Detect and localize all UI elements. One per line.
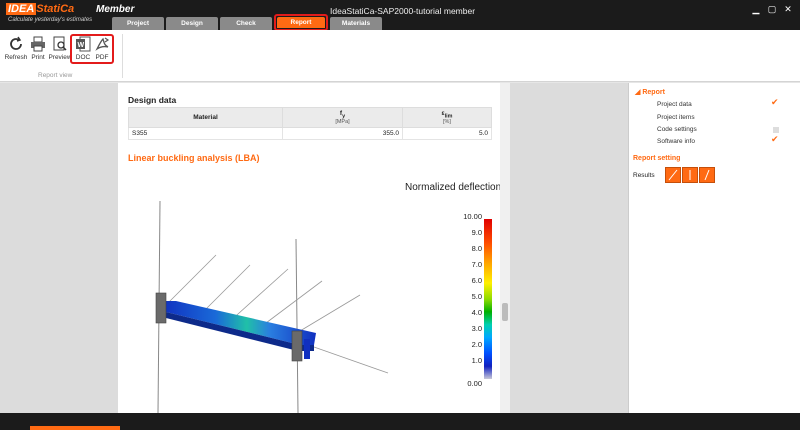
minimize-icon[interactable]: ▁	[750, 3, 762, 15]
svg-text:W: W	[78, 42, 85, 49]
buckling-model-view	[155, 200, 389, 413]
title-bar: IDEA StatiCa Member Calculate yesterday's…	[0, 0, 800, 31]
end-plate-right	[291, 330, 303, 362]
status-bar	[0, 413, 800, 430]
table-row: S355 355.0 5.0	[128, 127, 492, 141]
tree-root-label: Report	[642, 89, 665, 96]
app-logo: IDEA StatiCa	[6, 3, 74, 15]
legend-label: 9.0	[471, 228, 482, 237]
report-page: Design data Material fy [MPa] εlim [%] S35…	[118, 83, 500, 413]
tab-report-highlight: Report	[274, 14, 328, 31]
preview-label: Preview	[48, 54, 72, 61]
column-elim: εlim [%]	[402, 106, 492, 129]
result-option-button[interactable]	[682, 167, 698, 183]
cell-material: S355	[128, 127, 283, 141]
pdf-label: PDF	[95, 54, 109, 61]
window-title: IdeaStatiCa-SAP2000-tutorial member	[330, 6, 476, 16]
beam-end-section	[304, 339, 310, 359]
status-accent-bar	[30, 426, 120, 430]
ribbon-group-label: Report view	[38, 72, 73, 79]
legend-label: 7.0	[471, 260, 482, 269]
app-tagline: Calculate yesterday's estimates	[8, 17, 93, 23]
printer-icon	[31, 36, 45, 52]
results-label: Results	[633, 172, 655, 179]
column-material: Material	[128, 106, 283, 129]
tab-project[interactable]: Project	[112, 17, 164, 30]
legend-label: 4.0	[471, 308, 482, 317]
maximize-icon[interactable]: ▢	[766, 3, 778, 15]
word-doc-icon: W	[76, 36, 91, 52]
deflection-colorbar	[484, 219, 492, 379]
brace-line	[227, 268, 289, 324]
checkmark-icon[interactable]: ✔	[771, 134, 779, 145]
scrollbar-thumb[interactable]	[502, 303, 508, 321]
report-viewer: Design data Material fy [MPa] εlim [%] S35…	[0, 83, 628, 413]
legend-label: 5.0	[471, 292, 482, 301]
logo-statica: StatiCa	[36, 3, 75, 15]
brace-line	[165, 254, 217, 306]
close-icon[interactable]: ✕	[782, 3, 794, 15]
legend-label: 6.0	[471, 276, 482, 285]
preview-button[interactable]: Preview	[48, 36, 72, 61]
member-icon	[704, 169, 710, 181]
legend-label: 10.00	[463, 212, 482, 221]
tree-item-project-items[interactable]: Project items	[657, 114, 695, 121]
ribbon: Refresh Print Preview W DOC PDF Report v…	[0, 30, 800, 82]
report-settings-panel: ◢ Report Project data ✔ Project items Co…	[628, 83, 800, 413]
member-icon	[689, 170, 691, 180]
legend-label: 0.00	[467, 379, 482, 388]
collapse-triangle-icon[interactable]: ◢	[635, 89, 640, 96]
preview-icon	[53, 36, 67, 51]
print-button[interactable]: Print	[26, 36, 50, 61]
design-data-table: Material fy [MPa] εlim [%] S355 355.0 5.0	[128, 106, 492, 141]
report-setting-title: Report setting	[633, 155, 681, 162]
result-option-button[interactable]	[665, 167, 681, 183]
tab-design[interactable]: Design	[166, 17, 218, 30]
brace-line	[257, 280, 323, 330]
legend-label: 3.0	[471, 324, 482, 333]
checkmark-icon[interactable]: ✔	[771, 97, 779, 108]
cell-fy: 355.0	[282, 127, 403, 141]
refresh-button[interactable]: Refresh	[4, 36, 28, 61]
member-icon	[668, 169, 678, 181]
brace-line	[313, 346, 389, 374]
column-line-right	[295, 238, 299, 413]
tab-check[interactable]: Check	[220, 17, 272, 30]
legend-label: 2.0	[471, 340, 482, 349]
pdf-icon	[95, 37, 110, 51]
legend-label: 1.0	[471, 356, 482, 365]
design-data-title: Design data	[128, 95, 177, 105]
doc-label: DOC	[75, 54, 91, 61]
tree-item-software-info[interactable]: Software info	[657, 138, 695, 145]
vertical-scrollbar[interactable]	[500, 83, 510, 413]
tree-root-report[interactable]: ◢ Report	[635, 88, 665, 96]
print-label: Print	[31, 54, 45, 61]
logo-idea: IDEA	[6, 3, 37, 15]
legend-label: 8.0	[471, 244, 482, 253]
tab-materials[interactable]: Materials	[330, 17, 382, 30]
checkbox-unchecked[interactable]	[773, 127, 779, 133]
cell-elim: 5.0	[402, 127, 492, 141]
product-name: Member	[96, 4, 135, 15]
refresh-icon	[10, 36, 22, 50]
ribbon-separator	[122, 34, 123, 78]
brace-line	[199, 264, 251, 316]
pdf-button[interactable]: PDF	[90, 36, 114, 61]
refresh-label: Refresh	[4, 54, 28, 61]
tab-report[interactable]: Report	[277, 17, 325, 28]
tree-item-code-settings[interactable]: Code settings	[657, 126, 697, 133]
end-plate-left	[155, 292, 167, 324]
result-option-button[interactable]	[699, 167, 715, 183]
tree-item-project-data[interactable]: Project data	[657, 101, 692, 108]
column-fy: fy [MPa]	[282, 106, 403, 129]
lba-title: Linear buckling analysis (LBA)	[128, 153, 260, 163]
